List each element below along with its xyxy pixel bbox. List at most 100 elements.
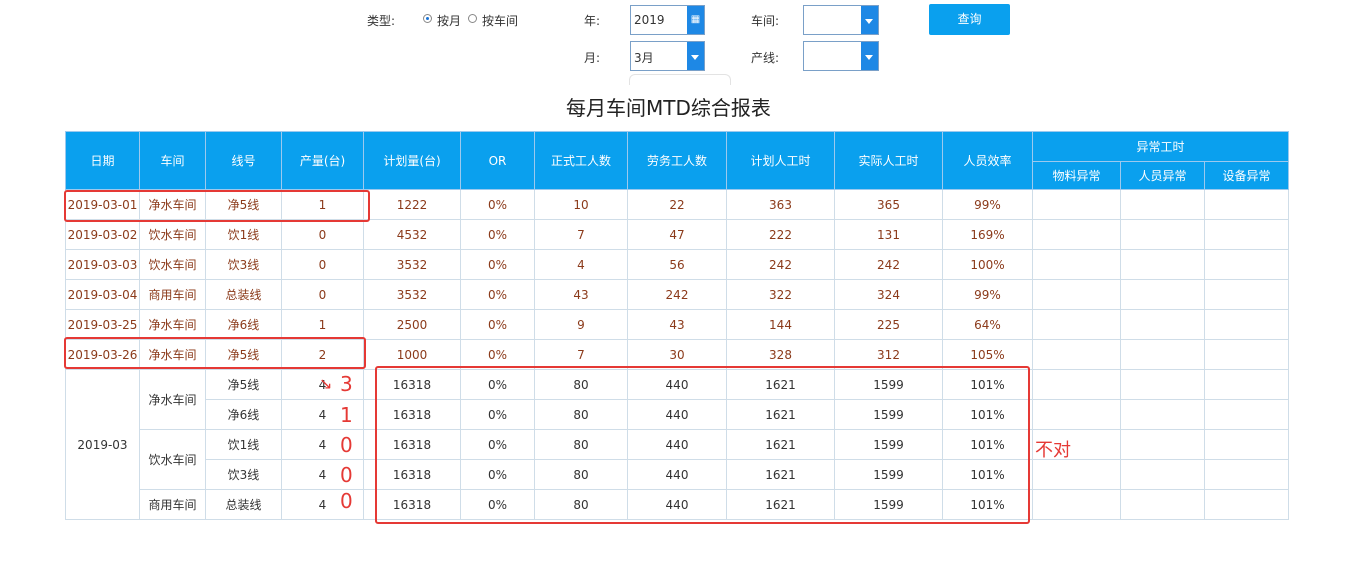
cell-date: 2019-03-03 [65,249,140,280]
cell-workshop: 饮水车间 [139,219,206,250]
cell-abnormal [1204,339,1289,370]
cell-abnormal [1204,459,1289,490]
header-plan-hours: 计划人工时 [726,131,835,190]
header-plan: 计划量(台) [363,131,461,190]
cell-plan-hours: 242 [726,249,835,280]
cell-efficiency: 169% [942,219,1033,250]
cell-abnormal [1120,429,1205,460]
cell-abnormal [1120,399,1205,430]
annotation-wrong-note: 不对 [1035,440,1071,461]
cell-line: 净6线 [205,399,282,430]
cell-plan: 3532 [363,249,461,280]
annotation-box-row6 [64,337,366,369]
cell-workshop: 净水车间 [139,309,206,340]
cell-labor-workers: 47 [627,219,727,250]
cell-actual-hours: 225 [834,309,943,340]
cell-labor-workers: 56 [627,249,727,280]
cell-workshop: 商用车间 [139,279,206,310]
cell-efficiency: 64% [942,309,1033,340]
cell-abnormal [1204,489,1289,520]
cell-or: 0% [460,189,535,220]
cell-plan: 1222 [363,189,461,220]
cell-line: 总装线 [205,489,282,520]
year-value: 2019 [634,13,665,27]
line-label: 产线: [751,51,780,65]
cell-abnormal [1032,399,1121,430]
cell-output: 0 [281,219,364,250]
radio-by-workshop[interactable] [468,14,477,23]
line-select[interactable] [803,41,879,71]
annotation-correction-1: 3 [340,372,353,396]
cell-formal-workers: 4 [534,249,628,280]
cell-output: 0 [281,249,364,280]
header-labor-workers: 劳务工人数 [627,131,727,190]
collapse-handle[interactable] [629,74,731,85]
cell-date: 2019-03-02 [65,219,140,250]
cell-abnormal [1204,399,1289,430]
cell-labor-workers: 22 [627,189,727,220]
type-label: 类型: [367,14,396,28]
cell-abnormal [1032,369,1121,400]
cell-abnormal [1032,189,1121,220]
year-label: 年: [584,14,601,28]
workshop-select[interactable] [803,5,879,35]
cell-plan-hours: 322 [726,279,835,310]
workshop-chevron-down-icon[interactable] [861,6,878,34]
header-efficiency: 人员效率 [942,131,1033,190]
cell-abnormal [1120,489,1205,520]
cell-abnormal [1204,219,1289,250]
table-row: 2019-03-25 净水车间 净6线 1 2500 0% 9 43 144 225 64% [65,309,1289,340]
annotation-correction-2: 1 [340,403,353,427]
header-output: 产量(台) [281,131,364,190]
header-line: 线号 [205,131,282,190]
annotation-correction-3: 0 [340,433,353,457]
header-or: OR [460,131,535,190]
cell-summary-workshop: 商用车间 [139,489,206,520]
cell-efficiency: 100% [942,249,1033,280]
cell-abnormal [1120,459,1205,490]
cell-date: 2019-03-04 [65,279,140,310]
radio-by-month-label[interactable]: 按月 [437,12,461,29]
cell-plan-hours: 363 [726,189,835,220]
cell-efficiency: 99% [942,189,1033,220]
cell-plan: 3532 [363,279,461,310]
cell-abnormal [1120,189,1205,220]
annotation-box-row1 [64,190,370,222]
header-formal-workers: 正式工人数 [534,131,628,190]
cell-actual-hours: 365 [834,189,943,220]
line-chevron-down-icon[interactable] [861,42,878,70]
cell-line: 饮1线 [205,219,282,250]
annotation-correction-4: 0 [340,463,353,487]
workshop-label: 车间: [751,14,780,28]
query-button[interactable]: 查询 [929,4,1010,35]
cell-abnormal [1204,369,1289,400]
cell-summary-workshop: 净水车间 [139,369,206,430]
cell-or: 0% [460,249,535,280]
cell-formal-workers: 9 [534,309,628,340]
cell-efficiency: 99% [942,279,1033,310]
cell-abnormal [1032,249,1121,280]
cell-abnormal [1204,279,1289,310]
table-row: 2019-03-02 饮水车间 饮1线 0 4532 0% 7 47 222 131 169% [65,219,1289,250]
cell-abnormal [1204,249,1289,280]
cell-line: 饮3线 [205,249,282,280]
cell-line: 饮3线 [205,459,282,490]
cell-abnormal [1120,279,1205,310]
header-equipment-abnormal: 设备异常 [1204,161,1289,190]
cell-workshop: 饮水车间 [139,249,206,280]
calendar-icon[interactable]: ▦ [687,6,704,34]
radio-by-workshop-label[interactable]: 按车间 [482,12,518,29]
cell-formal-workers: 7 [534,339,628,370]
month-chevron-down-icon[interactable] [687,42,704,70]
cell-abnormal [1120,339,1205,370]
month-select[interactable]: 3月 [630,41,705,71]
annotation-correction-5: 0 [340,489,353,513]
cell-abnormal [1204,309,1289,340]
header-actual-hours: 实际人工时 [834,131,943,190]
cell-line: 净6线 [205,309,282,340]
cell-actual-hours: 324 [834,279,943,310]
cell-formal-workers: 43 [534,279,628,310]
radio-by-month[interactable] [423,14,432,23]
cell-labor-workers: 242 [627,279,727,310]
year-input[interactable]: 2019 ▦ [630,5,705,35]
